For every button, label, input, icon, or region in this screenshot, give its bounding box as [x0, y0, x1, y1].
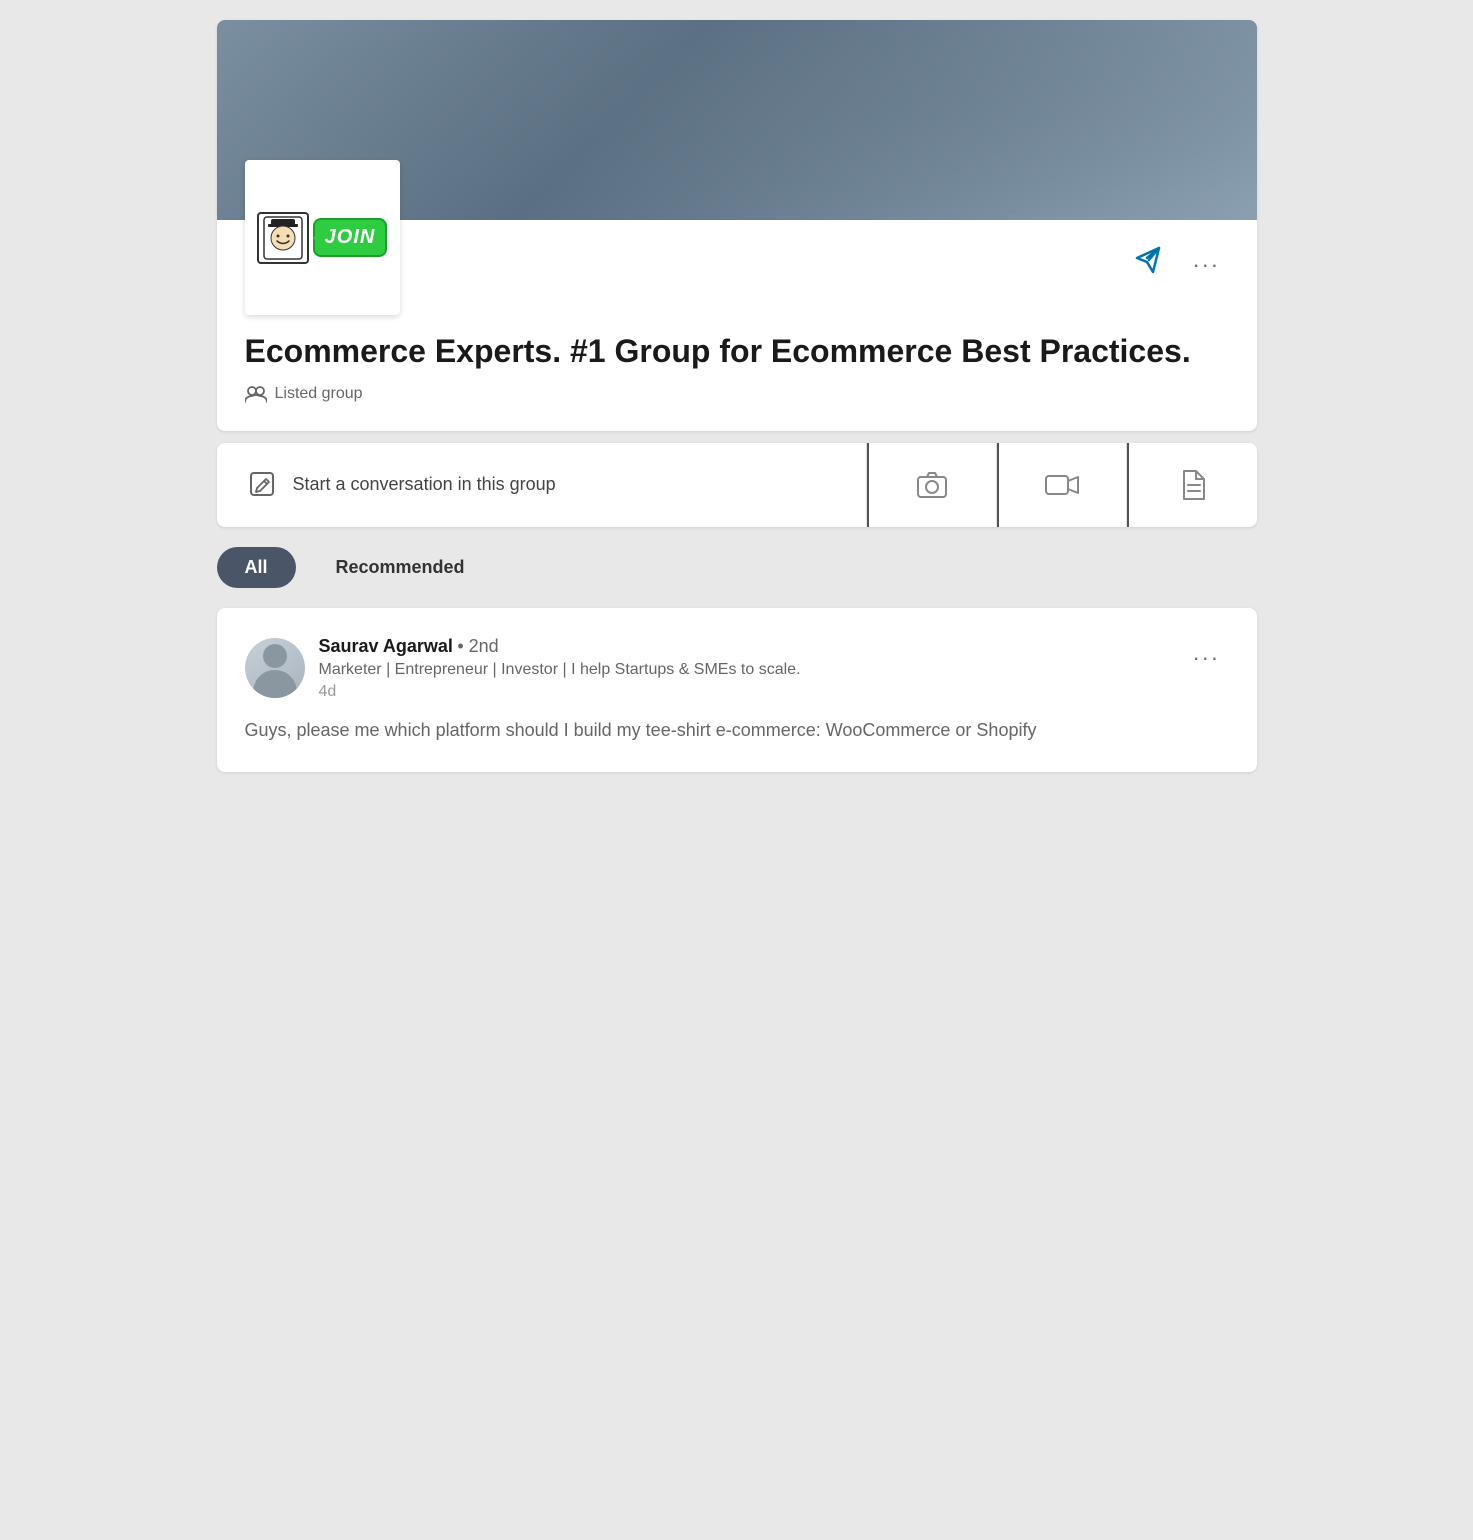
document-icon [1180, 469, 1206, 501]
avatar-silhouette [245, 638, 305, 698]
group-meta: Listed group [245, 385, 1229, 403]
filter-tabs: All Recommended [217, 539, 1257, 596]
post-author-bio: Marketer | Entrepreneur | Investor | I h… [319, 661, 801, 679]
photo-button[interactable] [867, 443, 997, 527]
post-time: 4d [319, 683, 801, 701]
conversation-card: Start a conversation in this group [217, 443, 1257, 527]
pencil-icon [249, 471, 277, 499]
logo-face-icon [257, 212, 309, 264]
group-header-card: JOIN ... Ecommerce Experts. #1 Group for… [217, 20, 1257, 431]
avatar [245, 638, 305, 698]
page-wrapper: JOIN ... Ecommerce Experts. #1 Group for… [217, 20, 1257, 772]
post-author-info: Saurav Agarwal • 2nd Marketer | Entrepre… [319, 636, 801, 701]
more-options-button[interactable]: ... [1185, 243, 1228, 277]
share-icon [1133, 244, 1165, 276]
group-logo: JOIN [245, 160, 400, 315]
post-more-button[interactable]: ... [1185, 636, 1228, 670]
post-card: Saurav Agarwal • 2nd Marketer | Entrepre… [217, 608, 1257, 772]
start-conversation-button[interactable]: Start a conversation in this group [217, 443, 867, 527]
group-title: Ecommerce Experts. #1 Group for Ecommerc… [245, 331, 1229, 373]
avatar-body [253, 670, 297, 698]
conversation-placeholder-text: Start a conversation in this group [293, 474, 556, 495]
group-logo-inner: JOIN [257, 212, 388, 264]
video-button[interactable] [997, 443, 1127, 527]
post-header: Saurav Agarwal • 2nd Marketer | Entrepre… [245, 636, 1229, 701]
all-tab[interactable]: All [217, 547, 296, 588]
logo-join-bubble: JOIN [313, 218, 388, 257]
recommended-tab[interactable]: Recommended [308, 547, 493, 588]
post-author-row: Saurav Agarwal • 2nd Marketer | Entrepre… [245, 636, 801, 701]
post-author-name: Saurav Agarwal [319, 636, 453, 656]
post-author-degree: • 2nd [457, 636, 498, 656]
group-type-label: Listed group [275, 385, 363, 403]
camera-icon [916, 471, 948, 499]
document-button[interactable] [1127, 443, 1257, 527]
listed-group-icon [245, 385, 267, 403]
logo-join-text: JOIN [325, 226, 376, 248]
group-logo-wrapper: JOIN [245, 160, 400, 315]
video-icon [1044, 473, 1080, 497]
post-content: Guys, please me which platform should I … [245, 717, 1229, 744]
post-author-name-row: Saurav Agarwal • 2nd [319, 636, 801, 657]
group-info-section: JOIN ... Ecommerce Experts. #1 Group for… [217, 220, 1257, 431]
group-actions-row: ... [1129, 240, 1228, 280]
share-button[interactable] [1129, 240, 1169, 280]
avatar-head [263, 644, 287, 668]
